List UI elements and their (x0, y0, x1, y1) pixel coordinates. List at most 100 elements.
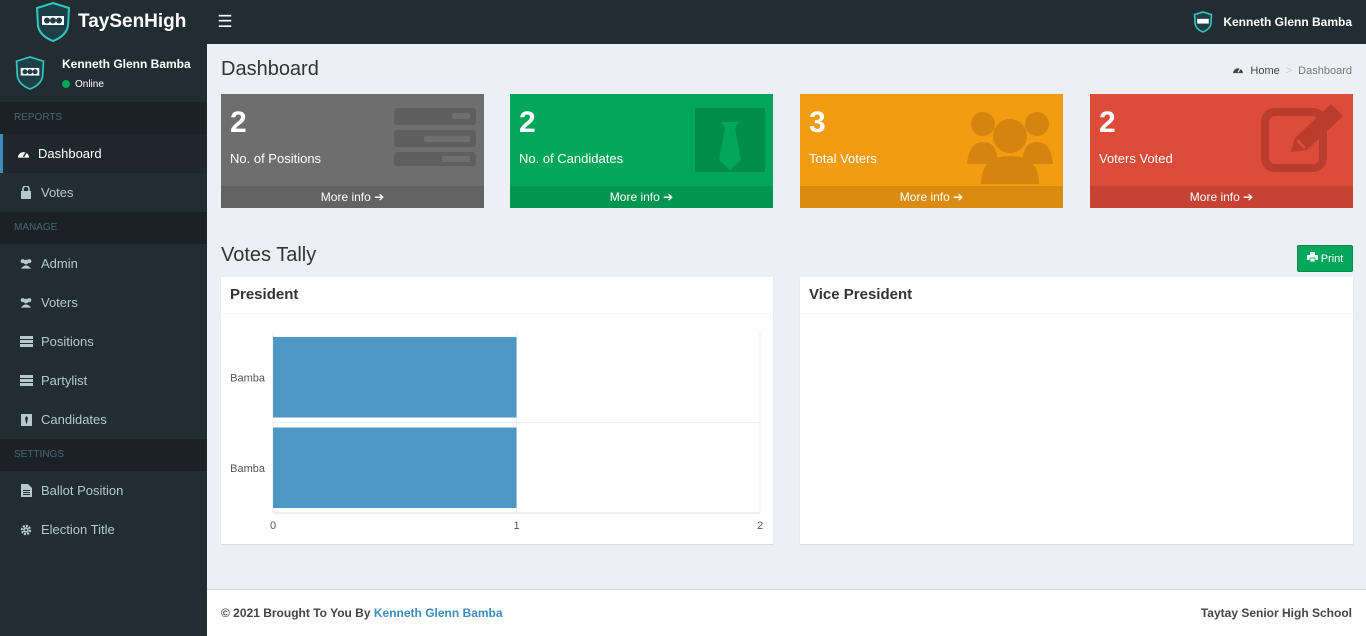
y-category-label: Bamba (230, 372, 266, 384)
sidebar: Kenneth Glenn Bamba Online REPORTS Dashb… (0, 44, 207, 636)
sidebar-item-label: Admin (41, 256, 78, 271)
dashboard-icon (16, 148, 30, 159)
arrow-circle-right-icon: ➔ (663, 190, 674, 204)
user-status: Online (62, 79, 191, 90)
sidebar-toggle-button[interactable]: ☰ (207, 0, 243, 44)
sidebar-item-dashboard[interactable]: Dashboard (0, 134, 207, 173)
stat-box-total-voters: 3 Total Voters More info ➔ (800, 94, 1063, 208)
brand-logo-link[interactable]: TaySenHigh (0, 0, 207, 44)
stat-value: 2 (519, 106, 536, 139)
more-info-link[interactable]: More info ➔ (221, 186, 484, 208)
breadcrumb-separator: > (1285, 65, 1293, 77)
users-icon (19, 258, 33, 269)
top-header: TaySenHigh ☰ Kenneth Glenn Bamba (0, 0, 1366, 44)
tasks-icon (19, 336, 33, 347)
black-tie-icon (19, 413, 33, 426)
main-content: Dashboard Home > Dashboard 2 No. of Posi… (207, 44, 1366, 589)
sidebar-item-positions[interactable]: Positions (0, 322, 207, 361)
footer-credit-text: © 2021 Brought To You By (221, 606, 371, 620)
users-icon (965, 102, 1055, 189)
sidebar-item-label: Partylist (41, 373, 88, 388)
more-info-label: More info (609, 190, 660, 204)
online-dot-icon (62, 80, 70, 88)
section-header-manage: MANAGE (0, 212, 207, 244)
sidebar-item-admin[interactable]: Admin (0, 244, 207, 283)
vice-president-panel: Vice President (800, 276, 1353, 544)
print-button[interactable]: Print (1297, 245, 1353, 272)
section-header-settings: SETTINGS (0, 439, 207, 471)
more-info-link[interactable]: More info ➔ (800, 186, 1063, 208)
sidebar-item-label: Candidates (41, 412, 107, 427)
bar (273, 337, 517, 418)
breadcrumb-home-link[interactable]: Home (1250, 65, 1279, 77)
votes-tally-title: Votes Tally (221, 244, 317, 266)
stat-label: No. of Positions (230, 151, 322, 166)
president-bar-chart: 0 1 2 Bamba Bamba (230, 332, 763, 532)
header-user-name: Kenneth Glenn Bamba (1223, 15, 1352, 29)
x-tick-label: 2 (757, 520, 763, 532)
more-info-label: More info (899, 190, 950, 204)
brand-name: TaySenHigh (78, 11, 187, 32)
sidebar-item-ballot-position[interactable]: Ballot Position (0, 471, 207, 510)
stat-label: Voters Voted (1099, 151, 1173, 166)
black-tie-icon (695, 102, 765, 175)
print-label: Print (1320, 252, 1344, 265)
bars-icon: ☰ (217, 12, 233, 31)
more-info-label: More info (1189, 190, 1240, 204)
stat-label: Total Voters (809, 151, 877, 166)
x-tick-label: 1 (513, 520, 519, 532)
arrow-circle-right-icon: ➔ (374, 190, 385, 204)
sidebar-item-voters[interactable]: Voters (0, 283, 207, 322)
footer-credit: © 2021 Brought To You By Kenneth Glenn B… (221, 606, 503, 620)
breadcrumb: Home > Dashboard (1232, 65, 1352, 77)
sidebar-item-votes[interactable]: Votes (0, 173, 207, 212)
sidebar-item-label: Votes (41, 185, 74, 200)
user-panel: Kenneth Glenn Bamba Online (0, 44, 207, 102)
user-menu[interactable]: Kenneth Glenn Bamba (1193, 11, 1366, 33)
stat-box-candidates: 2 No. of Candidates More info ➔ (510, 94, 773, 208)
breadcrumb-current: Dashboard (1298, 65, 1352, 77)
section-header-reports: REPORTS (0, 102, 207, 134)
tasks-icon (394, 102, 476, 169)
page-title: Dashboard (221, 58, 319, 80)
sidebar-item-partylist[interactable]: Partylist (0, 361, 207, 400)
cog-icon (19, 524, 33, 536)
arrow-circle-right-icon: ➔ (1243, 190, 1254, 204)
footer-author-link[interactable]: Kenneth Glenn Bamba (374, 606, 503, 620)
school-logo (34, 1, 72, 43)
more-info-link[interactable]: More info ➔ (510, 186, 773, 208)
y-category-label: Bamba (230, 463, 266, 475)
stat-value: 2 (1099, 106, 1116, 139)
sidebar-item-label: Voters (41, 295, 78, 310)
stat-label: No. of Candidates (519, 151, 624, 166)
panel-title: Vice President (800, 277, 1353, 314)
stat-value: 2 (230, 106, 247, 139)
user-status-text: Online (75, 78, 104, 90)
sidebar-item-candidates[interactable]: Candidates (0, 400, 207, 439)
sidebar-item-label: Election Title (41, 522, 115, 537)
president-panel: President 0 1 2 Bamba Bamba (221, 276, 773, 544)
print-icon (1306, 252, 1318, 265)
sidebar-item-label: Positions (41, 334, 94, 349)
sidebar-item-label: Dashboard (38, 146, 102, 161)
stat-value: 3 (809, 106, 826, 139)
sidebar-user-name: Kenneth Glenn Bamba (62, 56, 191, 71)
users-icon (19, 297, 33, 308)
panel-title: President (221, 277, 773, 314)
dashboard-icon (1232, 65, 1244, 77)
more-info-link[interactable]: More info ➔ (1090, 186, 1353, 208)
sidebar-item-election-title[interactable]: Election Title (0, 510, 207, 549)
stat-box-positions: 2 No. of Positions More info ➔ (221, 94, 484, 208)
lock-icon (19, 186, 33, 199)
bar (273, 427, 517, 508)
avatar (14, 53, 46, 93)
tasks-icon (19, 375, 33, 386)
more-info-label: More info (320, 190, 371, 204)
x-tick-label: 0 (270, 520, 276, 532)
sidebar-item-label: Ballot Position (41, 483, 124, 498)
user-avatar-icon (1193, 11, 1213, 33)
footer-school-name: Taytay Senior High School (1200, 606, 1352, 620)
footer: © 2021 Brought To You By Kenneth Glenn B… (207, 589, 1366, 636)
arrow-circle-right-icon: ➔ (953, 190, 964, 204)
file-text-icon (19, 484, 33, 497)
